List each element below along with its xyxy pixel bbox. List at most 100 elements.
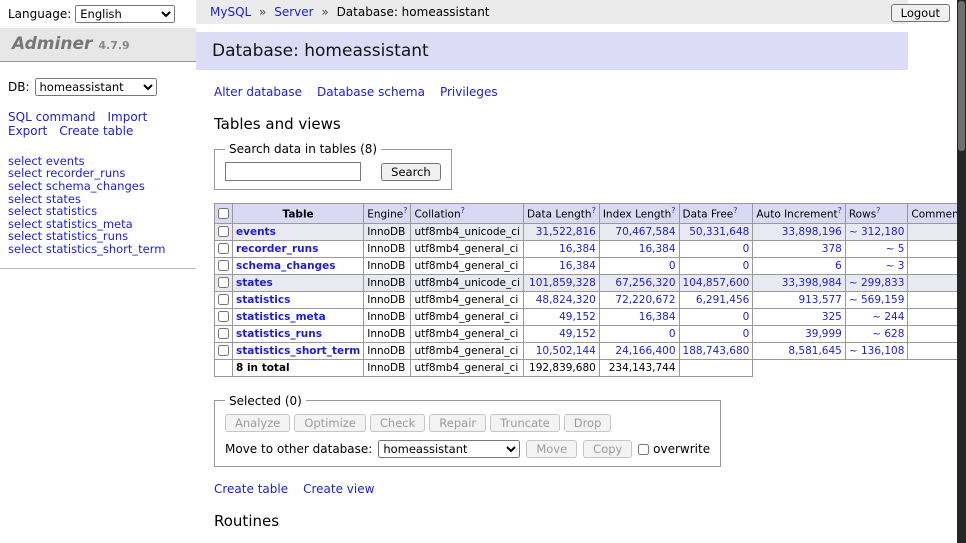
auto-increment-link[interactable]: 325: [822, 311, 842, 323]
rows-link[interactable]: ~ 244: [872, 311, 904, 323]
rows-link[interactable]: ~ 3: [886, 260, 905, 272]
index-length-link[interactable]: 0: [669, 260, 676, 272]
data-length-link[interactable]: 16,384: [559, 260, 596, 272]
create-table-link[interactable]: Create table: [214, 482, 288, 496]
doc-question-link[interactable]: ?: [838, 206, 842, 215]
index-length-link[interactable]: 72,220,672: [615, 294, 675, 306]
sidebar-table-link[interactable]: statistics_short_term: [46, 242, 166, 256]
data-free-link[interactable]: 0: [743, 328, 750, 340]
table-name-link[interactable]: statistics: [236, 294, 290, 306]
row-checkbox[interactable]: [218, 260, 229, 271]
breadcrumb-mysql-link[interactable]: MySQL: [210, 5, 251, 19]
export-link[interactable]: Export: [8, 124, 47, 138]
row-checkbox[interactable]: [218, 328, 229, 339]
row-checkbox[interactable]: [218, 226, 229, 237]
data-length-link[interactable]: 10,502,144: [536, 345, 596, 357]
row-checkbox[interactable]: [218, 277, 229, 288]
data-free-link[interactable]: 104,857,600: [683, 277, 750, 289]
database-schema-link[interactable]: Database schema: [317, 85, 425, 99]
scrollbar[interactable]: [957, 0, 966, 543]
auto-increment-link[interactable]: 39,999: [805, 328, 842, 340]
doc-question-link[interactable]: ?: [461, 206, 465, 215]
select-all-checkbox[interactable]: [218, 208, 229, 219]
data-free-link[interactable]: 0: [743, 311, 750, 323]
data-length-link[interactable]: 31,522,816: [536, 226, 596, 238]
data-free-link[interactable]: 0: [743, 243, 750, 255]
auto-increment-link[interactable]: 33,898,196: [782, 226, 842, 238]
auto-increment-link[interactable]: 378: [822, 243, 842, 255]
privileges-link[interactable]: Privileges: [440, 85, 498, 99]
selected-action-button[interactable]: Analyze: [225, 414, 290, 432]
column-header-label: Index Length: [603, 209, 671, 221]
data-length-link[interactable]: 48,824,320: [536, 294, 596, 306]
search-input[interactable]: [225, 162, 361, 181]
data-free-link[interactable]: 0: [743, 260, 750, 272]
doc-question-link[interactable]: ?: [592, 206, 596, 215]
auto-increment-link[interactable]: 6: [835, 260, 842, 272]
db-select[interactable]: homeassistant: [35, 78, 157, 96]
rows-link[interactable]: ~ 312,180: [849, 226, 905, 238]
doc-question-link[interactable]: ?: [671, 206, 675, 215]
table-name-cell: statistics_meta: [233, 308, 364, 325]
table-name-link[interactable]: events: [236, 226, 276, 238]
index-length-link[interactable]: 16,384: [639, 243, 676, 255]
selected-action-button[interactable]: Repair: [429, 414, 486, 432]
row-checkbox[interactable]: [218, 294, 229, 305]
rows-link[interactable]: ~ 569,159: [849, 294, 905, 306]
selected-action-button[interactable]: Drop: [564, 414, 612, 432]
doc-question-link[interactable]: ?: [876, 206, 880, 215]
search-button[interactable]: Search: [381, 163, 441, 181]
overwrite-label[interactable]: overwrite: [653, 442, 710, 456]
data-free-link[interactable]: 188,743,680: [683, 345, 750, 357]
create-view-link[interactable]: Create view: [303, 482, 374, 496]
move-db-select[interactable]: homeassistant: [378, 440, 520, 458]
index-length-link[interactable]: 16,384: [639, 311, 676, 323]
doc-question-link[interactable]: ?: [403, 206, 407, 215]
auto-increment-link[interactable]: 33,398,984: [782, 277, 842, 289]
selected-action-button[interactable]: Check: [370, 414, 425, 432]
logout-button[interactable]: Logout: [891, 4, 950, 22]
data-length-link[interactable]: 49,152: [559, 328, 596, 340]
language-select[interactable]: English: [75, 5, 175, 23]
overwrite-checkbox[interactable]: [638, 444, 649, 455]
sql-command-link[interactable]: SQL command: [8, 110, 95, 124]
data-length-link[interactable]: 49,152: [559, 311, 596, 323]
data-free-link[interactable]: 6,291,456: [696, 294, 749, 306]
table-name-link[interactable]: recorder_runs: [236, 243, 318, 255]
copy-button[interactable]: Copy: [583, 440, 632, 458]
sidebar-select-link[interactable]: select: [8, 242, 42, 256]
rows-link[interactable]: ~ 628: [872, 328, 904, 340]
import-link[interactable]: Import: [107, 110, 147, 124]
index-length-link[interactable]: 70,467,584: [615, 226, 675, 238]
language-bar: Language:English: [0, 0, 196, 28]
sidebar-create-table-link[interactable]: Create table: [59, 124, 133, 138]
auto-increment-link[interactable]: 8,581,645: [788, 345, 841, 357]
data-length-link[interactable]: 16,384: [559, 243, 596, 255]
data-length-link[interactable]: 101,859,328: [529, 277, 596, 289]
row-checkbox[interactable]: [218, 243, 229, 254]
row-checkbox[interactable]: [218, 311, 229, 322]
rows-link[interactable]: ~ 299,833: [849, 277, 905, 289]
rows-link[interactable]: ~ 136,108: [849, 345, 905, 357]
doc-question-link[interactable]: ?: [733, 206, 737, 215]
alter-database-link[interactable]: Alter database: [214, 85, 302, 99]
table-name-link[interactable]: statistics_runs: [236, 328, 322, 340]
table-name-link[interactable]: states: [236, 277, 273, 289]
app-name[interactable]: Adminer: [12, 34, 92, 54]
table-name-link[interactable]: statistics_short_term: [236, 345, 360, 357]
row-checkbox[interactable]: [218, 345, 229, 356]
auto-increment-link[interactable]: 913,577: [798, 294, 841, 306]
scrollbar-thumb[interactable]: [958, 1, 965, 151]
rows-link[interactable]: ~ 5: [886, 243, 905, 255]
index-length-link[interactable]: 24,166,400: [615, 345, 675, 357]
table-name-link[interactable]: schema_changes: [236, 260, 336, 272]
selected-action-button[interactable]: Truncate: [490, 414, 560, 432]
index-length-link[interactable]: 0: [669, 328, 676, 340]
breadcrumb-server-link[interactable]: Server: [274, 5, 313, 19]
sidebar-links: SQL command Import Export Create table: [8, 110, 188, 139]
move-button[interactable]: Move: [526, 440, 577, 458]
index-length-link[interactable]: 67,256,320: [615, 277, 675, 289]
data-free-link[interactable]: 50,331,648: [689, 226, 749, 238]
table-name-link[interactable]: statistics_meta: [236, 311, 326, 323]
selected-action-button[interactable]: Optimize: [294, 414, 366, 432]
